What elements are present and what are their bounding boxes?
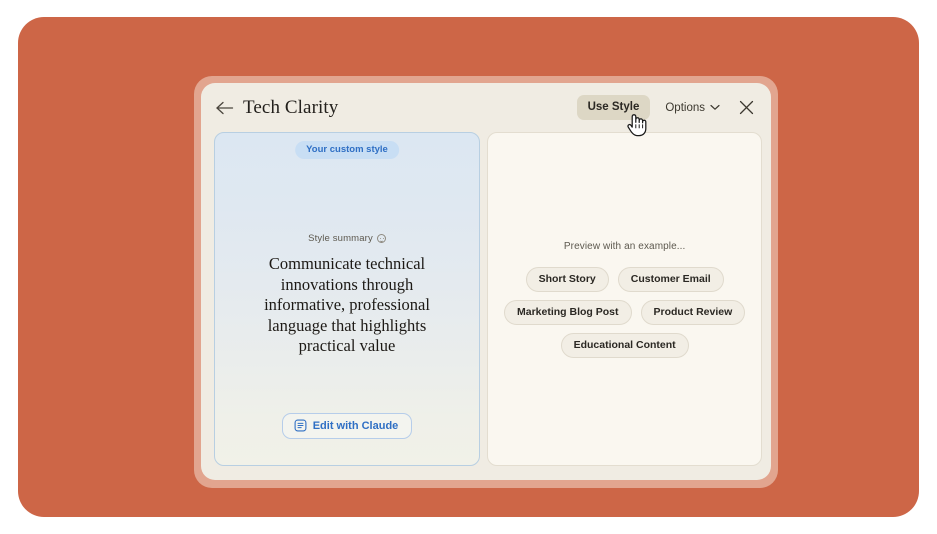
preview-prompt-label: Preview with an example...: [563, 240, 686, 252]
arrow-left-icon[interactable]: [214, 98, 234, 118]
style-detail-modal: Tech Clarity Use Style Options Your cust…: [201, 83, 771, 480]
edit-with-claude-button[interactable]: Edit with Claude: [281, 413, 413, 439]
style-summary-text: Communicate technical innovations throug…: [264, 254, 430, 355]
style-summary-label: Style summary: [308, 233, 373, 244]
style-summary-block: Style summary Communicate technical inno…: [215, 233, 479, 357]
example-chip[interactable]: Product Review: [640, 299, 746, 325]
page-title: Tech Clarity: [243, 96, 339, 118]
style-preview-panel: Your custom style Style summary Communic…: [214, 132, 480, 466]
chip-row: Educational Content: [560, 332, 689, 358]
chat-bubble-icon: [294, 419, 307, 432]
chevron-down-icon: [710, 104, 720, 110]
options-label: Options: [665, 101, 705, 114]
example-chip[interactable]: Educational Content: [560, 332, 689, 358]
style-summary-label-row: Style summary: [227, 233, 467, 244]
example-chip[interactable]: Short Story: [525, 266, 609, 292]
chip-row: Marketing Blog Post Product Review: [504, 299, 746, 325]
example-chip-list: Short Story Customer Email Marketing Blo…: [504, 266, 746, 358]
info-circle-icon[interactable]: [376, 234, 386, 243]
modal-body: Your custom style Style summary Communic…: [214, 132, 763, 466]
use-style-button[interactable]: Use Style: [576, 95, 651, 120]
custom-style-badge: Your custom style: [295, 141, 399, 159]
canvas-background: Tech Clarity Use Style Options Your cust…: [18, 17, 919, 517]
edit-with-claude-label: Edit with Claude: [312, 419, 399, 432]
example-chip[interactable]: Customer Email: [617, 266, 724, 292]
edit-with-claude-wrapper: Edit with Claude: [215, 413, 479, 439]
modal-header: Tech Clarity Use Style Options: [201, 83, 771, 132]
example-chip[interactable]: Marketing Blog Post: [504, 299, 632, 325]
options-dropdown[interactable]: Options: [665, 102, 720, 114]
close-icon[interactable]: [737, 99, 755, 117]
chip-row: Short Story Customer Email: [525, 266, 724, 292]
example-preview-panel: Preview with an example... Short Story C…: [487, 132, 763, 466]
